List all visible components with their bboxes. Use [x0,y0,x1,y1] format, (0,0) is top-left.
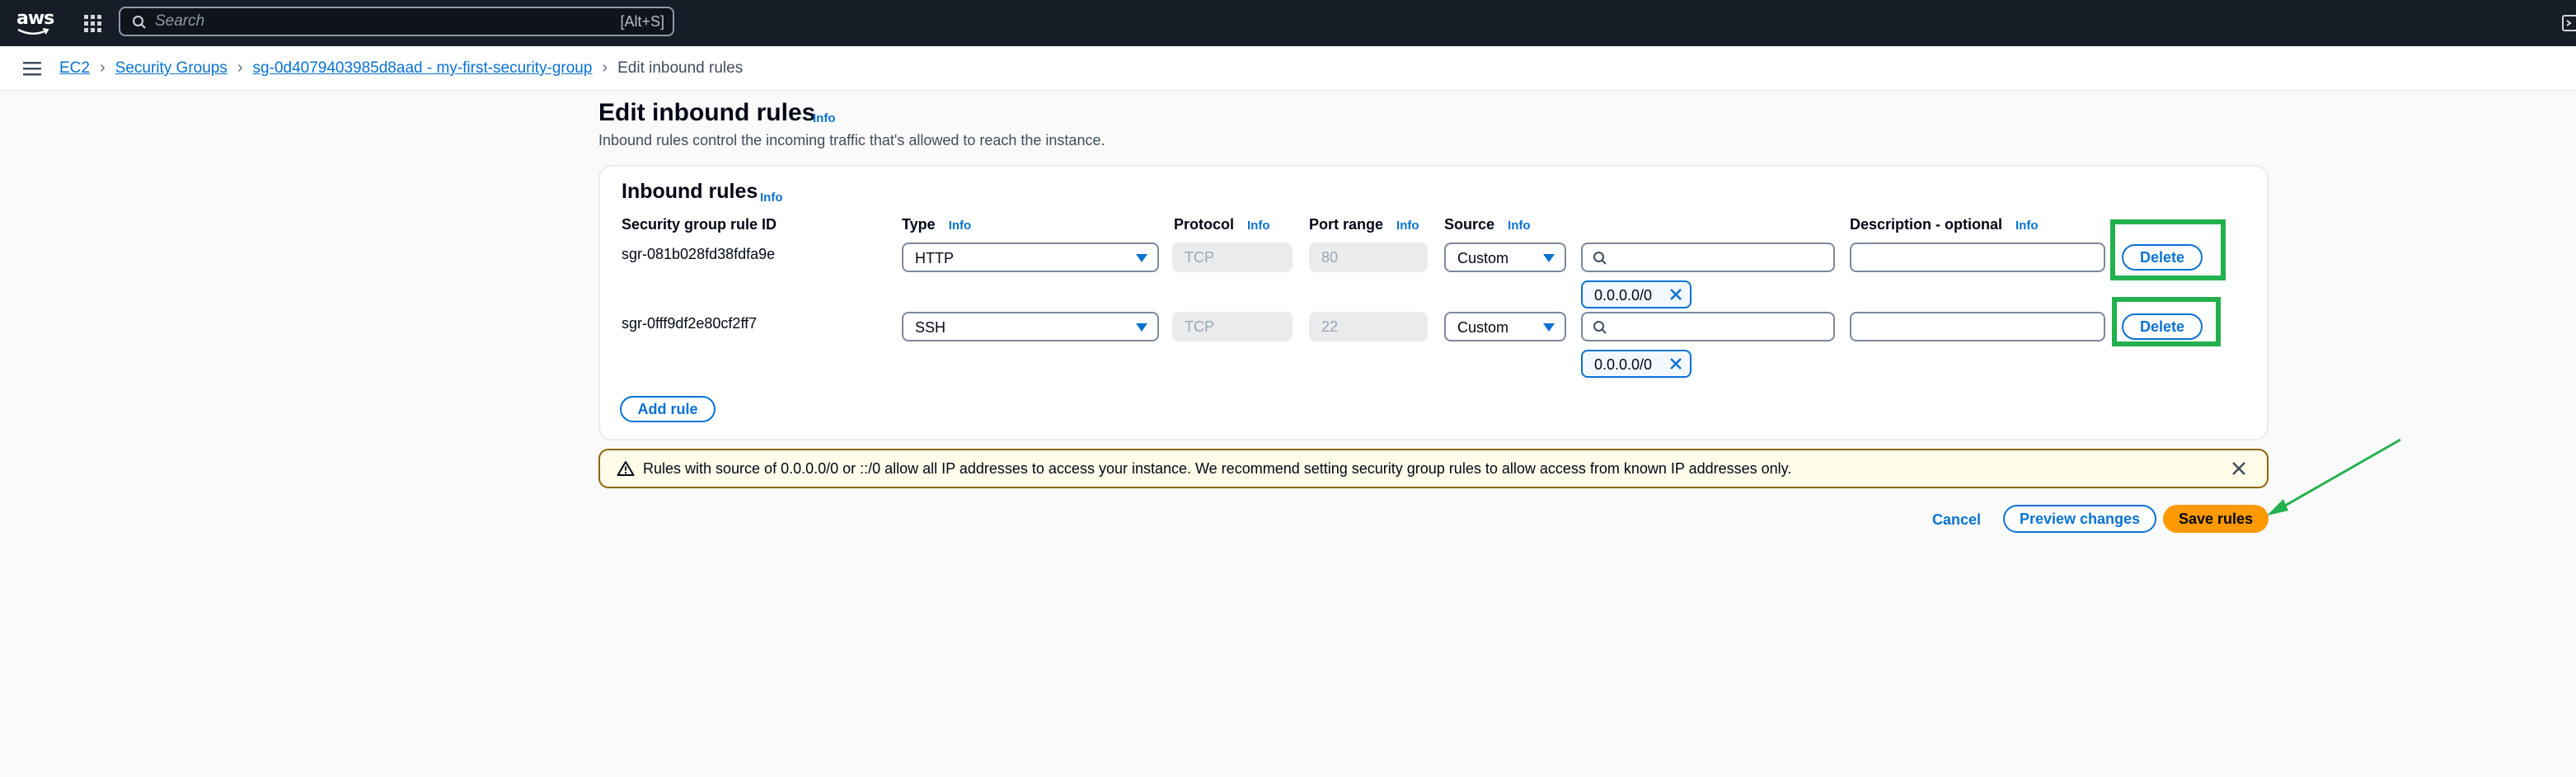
close-icon[interactable] [1668,287,1683,302]
top-navigation: aws [Alt+S] [0,0,2576,46]
source-select-value: Custom [1457,319,1509,336]
global-search-box[interactable]: [Alt+S] [119,7,674,36]
warning-alert: Rules with source of 0.0.0.0/0 or ::/0 a… [598,449,2269,488]
rule-id: sgr-081b028fd38fdfa9e [622,246,776,262]
column-header-source-label: Source [1444,216,1495,233]
type-select[interactable]: SSH [902,312,1159,341]
breadcrumb-security-group[interactable]: sg-0d4079403985d8aad - my-first-security… [253,59,593,78]
column-header-rule-id: Security group rule ID [622,216,777,233]
column-header-rule-id-label: Security group rule ID [622,216,777,233]
column-header-type: Type Info [902,216,971,233]
delete-rule-button[interactable]: Delete [2122,244,2203,271]
port-range-input: 22 [1309,312,1428,341]
cancel-button[interactable]: Cancel [1932,511,1981,529]
column-header-source: Source Info [1444,216,1531,233]
save-rules-button[interactable]: Save rules [2163,505,2269,533]
aws-logo-text: aws [16,8,54,29]
chevron-right-icon: › [237,58,243,77]
type-select-value: HTTP [915,250,954,266]
column-header-port-range-label: Port range [1309,216,1384,233]
column-header-description: Description - optional Info [1850,216,2039,233]
description-info-link[interactable]: Info [2015,219,2039,233]
type-select[interactable]: HTTP [902,243,1159,272]
preview-changes-button[interactable]: Preview changes [2003,505,2156,533]
protocol-input: TCP [1172,312,1293,341]
cidr-token-label: 0.0.0.0/0 [1594,287,1653,304]
source-info-link[interactable]: Info [1508,219,1531,233]
delete-rule-button[interactable]: Delete [2122,313,2203,340]
caret-down-icon [1136,323,1147,332]
aws-smile-icon [17,28,49,35]
search-icon [1593,321,1607,334]
search-shortcut-hint: [Alt+S] [620,13,664,30]
close-icon[interactable] [1668,356,1683,371]
warning-icon [617,461,635,476]
search-icon [133,16,146,29]
protocol-input: TCP [1172,243,1293,272]
services-grid-icon[interactable] [82,13,102,33]
search-icon [1593,252,1607,265]
column-header-description-label: Description - optional [1850,216,2003,233]
source-select[interactable]: Custom [1444,312,1566,341]
close-icon[interactable] [2231,460,2247,477]
cidr-search-input[interactable] [1616,247,1822,267]
source-select-value: Custom [1457,250,1509,266]
cloudshell-icon[interactable] [2562,13,2576,33]
cidr-token: 0.0.0.0/0 [1581,350,1692,378]
description-input[interactable] [1850,243,2105,272]
breadcrumb-bar: EC2 › Security Groups › sg-0d4079403985d… [0,46,2576,91]
arrow-annotation-icon [2267,438,2401,516]
chevron-right-icon: › [602,58,608,77]
global-search-input[interactable] [155,12,584,31]
cidr-search-box[interactable] [1581,312,1835,341]
cidr-token: 0.0.0.0/0 [1581,280,1692,308]
type-info-link[interactable]: Info [949,219,972,233]
description-input[interactable] [1850,312,2105,341]
menu-hamburger-icon[interactable] [23,60,41,77]
page-description: Inbound rules control the incoming traff… [598,132,1105,148]
caret-down-icon [1136,254,1147,262]
page-title: Edit inbound rules [598,99,816,126]
container-info-link[interactable]: Info [760,191,783,205]
warning-alert-text: Rules with source of 0.0.0.0/0 or ::/0 a… [643,460,1792,477]
caret-down-icon [1543,254,1555,262]
column-header-type-label: Type [902,216,936,233]
protocol-info-link[interactable]: Info [1247,219,1270,233]
column-header-protocol-label: Protocol [1174,216,1235,233]
column-header-protocol: Protocol Info [1174,216,1270,233]
type-select-value: SSH [915,319,946,336]
page-title-info-link[interactable]: Info [813,111,836,125]
cidr-search-input[interactable] [1616,317,1822,337]
add-rule-button[interactable]: Add rule [620,396,716,422]
cidr-search-box[interactable] [1581,243,1835,272]
aws-logo[interactable]: aws [15,7,54,40]
breadcrumb-ec2[interactable]: EC2 [59,59,90,78]
chevron-right-icon: › [99,58,106,77]
rule-id: sgr-0fff9df2e80cf2ff7 [622,315,758,332]
port-range-info-link[interactable]: Info [1396,219,1419,233]
caret-down-icon [1543,323,1555,332]
cidr-token-label: 0.0.0.0/0 [1594,356,1653,373]
breadcrumb: EC2 › Security Groups › sg-0d4079403985d… [59,58,743,79]
source-select[interactable]: Custom [1444,243,1566,272]
port-range-input: 80 [1309,243,1428,272]
breadcrumb-security-groups[interactable]: Security Groups [115,59,228,78]
column-header-port-range: Port range Info [1309,216,1419,233]
container-title: Inbound rules [622,180,758,203]
inbound-rules-container: Inbound rules Info Security group rule I… [598,165,2269,440]
breadcrumb-current: Edit inbound rules [617,59,744,77]
